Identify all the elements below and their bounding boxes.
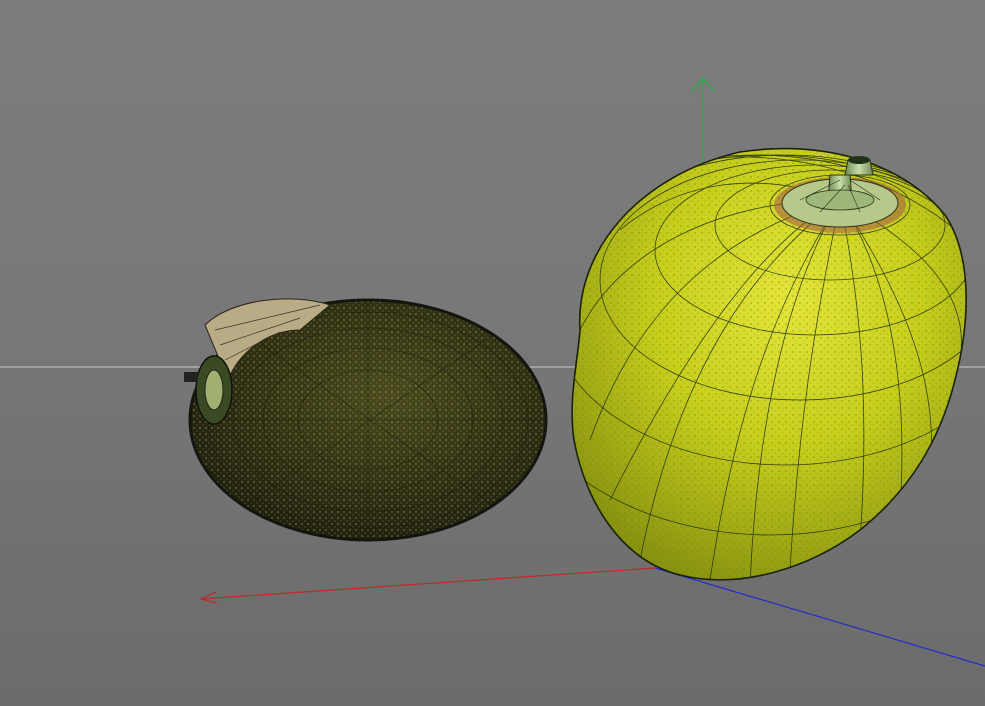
x-axis	[199, 567, 656, 604]
dark-wireframe-fruit[interactable]	[184, 298, 548, 542]
3d-viewport[interactable]	[0, 0, 985, 706]
scene-canvas[interactable]	[0, 0, 985, 706]
z-axis	[654, 567, 985, 667]
